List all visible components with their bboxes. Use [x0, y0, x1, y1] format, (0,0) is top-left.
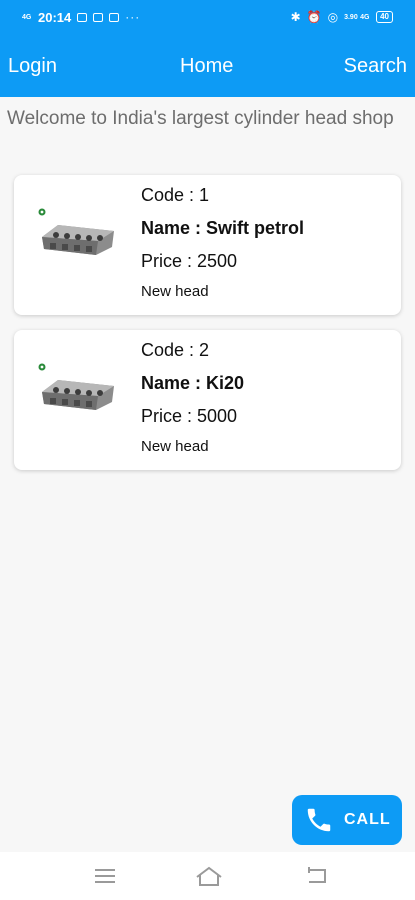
product-card[interactable]: Code : 2 Name : Ki20 Price : 5000 New he…: [14, 330, 401, 470]
menu-icon[interactable]: [94, 867, 116, 885]
status-time: 20:14: [38, 9, 72, 25]
product-condition: New head: [141, 438, 209, 455]
product-name: Name : Ki20: [141, 373, 245, 393]
overflow-dots: ···: [125, 10, 141, 24]
call-label: CALL: [344, 811, 391, 828]
status-right: ✱ ⏰ ◎ 3.90 4G 40: [291, 10, 393, 24]
phone-icon: [307, 808, 331, 832]
alarm-icon: ⏰: [306, 10, 322, 24]
mail-icon: [93, 12, 104, 22]
network-indicator: 4G: [22, 13, 32, 21]
cylinder-head-image: [38, 208, 114, 255]
speed-indicator: 3.90: [344, 13, 358, 21]
status-bar: 4G 20:14 ··· ✱ ⏰ ◎ 3.90 4G 40: [0, 0, 415, 34]
status-left: 4G 20:14 ···: [22, 10, 140, 25]
signal-indicator: 4G: [360, 13, 370, 21]
product-card[interactable]: Code : 1 Name : Swift petrol Price : 250…: [14, 175, 401, 315]
home-icon[interactable]: [195, 865, 223, 887]
system-nav-bar: [0, 852, 415, 900]
battery-indicator: 40: [376, 11, 393, 23]
product-code: Code : 1: [141, 185, 210, 205]
product-name: Name : Swift petrol: [141, 218, 305, 238]
back-icon[interactable]: [305, 866, 329, 886]
product-price: Price : 5000: [141, 406, 238, 426]
bluetooth-icon: ✱: [290, 10, 301, 24]
login-link[interactable]: Login: [8, 55, 57, 78]
product-condition: New head: [141, 283, 209, 300]
gallery-icon: [109, 12, 120, 22]
notification-icon: [77, 12, 88, 22]
search-link[interactable]: Search: [344, 55, 407, 78]
welcome-text: Welcome to India's largest cylinder head…: [7, 108, 394, 129]
product-code: Code : 2: [141, 340, 210, 360]
cylinder-head-image: [38, 363, 114, 410]
home-link[interactable]: Home: [180, 55, 233, 78]
app-bar: Login Home Search: [0, 34, 415, 97]
product-price: Price : 2500: [141, 251, 238, 271]
call-button[interactable]: CALL: [292, 795, 402, 845]
wifi-icon: ◎: [327, 10, 339, 24]
